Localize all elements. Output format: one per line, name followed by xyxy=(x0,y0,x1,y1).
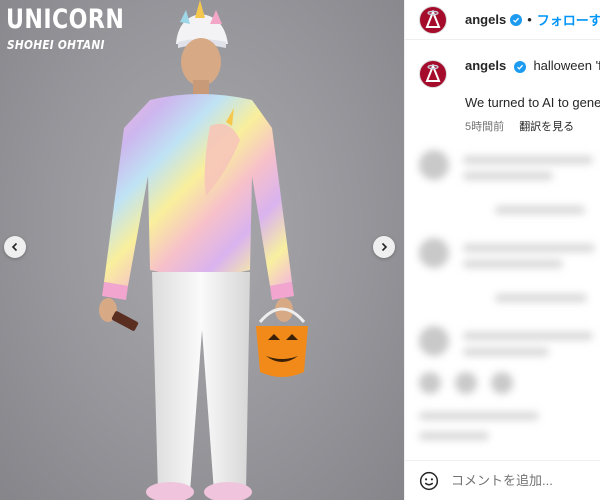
post-author-username[interactable]: angels xyxy=(465,12,506,27)
caption-comment: angels halloween 'fit c We turned to AI … xyxy=(419,58,600,134)
blurred-comments xyxy=(405,140,600,460)
caption-meta: 5時間前 翻訳を見る xyxy=(465,118,600,134)
chevron-left-icon xyxy=(11,242,18,252)
post-photo[interactable]: UNICORN SHOHEI OHTANI xyxy=(0,0,404,500)
see-translation-link[interactable]: 翻訳を見る xyxy=(519,121,574,133)
photo-subtitle-overlay: SHOHEI OHTANI xyxy=(7,38,105,52)
verified-badge-icon xyxy=(510,13,523,26)
add-comment-bar xyxy=(405,460,600,500)
blurred-line xyxy=(419,412,539,420)
photo-title-overlay: UNICORN xyxy=(6,4,125,35)
post-timestamp: 5時間前 xyxy=(465,121,505,133)
blurred-line xyxy=(495,294,587,302)
blurred-line xyxy=(463,156,593,164)
blurred-line xyxy=(463,172,553,180)
blurred-avatar xyxy=(419,238,449,268)
costume-photo-illustration xyxy=(99,0,308,500)
separator-dot: • xyxy=(527,12,532,27)
blurred-line xyxy=(463,332,593,340)
angels-logo-icon xyxy=(425,64,441,82)
blurred-share-icon xyxy=(491,372,513,394)
blurred-line xyxy=(419,432,489,440)
comment-input[interactable] xyxy=(451,473,591,488)
caption-body: angels halloween 'fit c We turned to AI … xyxy=(465,58,600,134)
avatar[interactable] xyxy=(419,60,447,88)
caption-text: halloween 'fit c xyxy=(533,58,600,73)
verified-badge-icon xyxy=(513,61,526,73)
blurred-avatar xyxy=(419,326,449,356)
blurred-line xyxy=(463,260,563,268)
caption-username[interactable]: angels xyxy=(465,58,506,73)
avatar[interactable] xyxy=(419,5,447,34)
smiley-icon[interactable] xyxy=(419,471,439,491)
caption-second-line: We turned to AI to gene xyxy=(465,95,600,110)
blurred-line xyxy=(463,244,595,252)
caption-first-line: angels halloween 'fit c xyxy=(465,58,600,73)
blurred-like-icon xyxy=(419,372,441,394)
follow-button[interactable]: フォローする xyxy=(537,10,600,29)
chevron-right-icon xyxy=(381,242,388,252)
blurred-avatar xyxy=(419,150,449,180)
carousel-next-button[interactable] xyxy=(373,236,395,258)
post-side-panel: angels • フォローする angels halloween 'fit c … xyxy=(404,0,600,500)
post-header: angels • フォローする xyxy=(405,0,600,40)
carousel-previous-button[interactable] xyxy=(4,236,26,258)
blurred-line xyxy=(495,206,585,214)
angels-logo-icon xyxy=(425,9,441,28)
blurred-comment-icon xyxy=(455,372,477,394)
blurred-line xyxy=(463,348,549,356)
